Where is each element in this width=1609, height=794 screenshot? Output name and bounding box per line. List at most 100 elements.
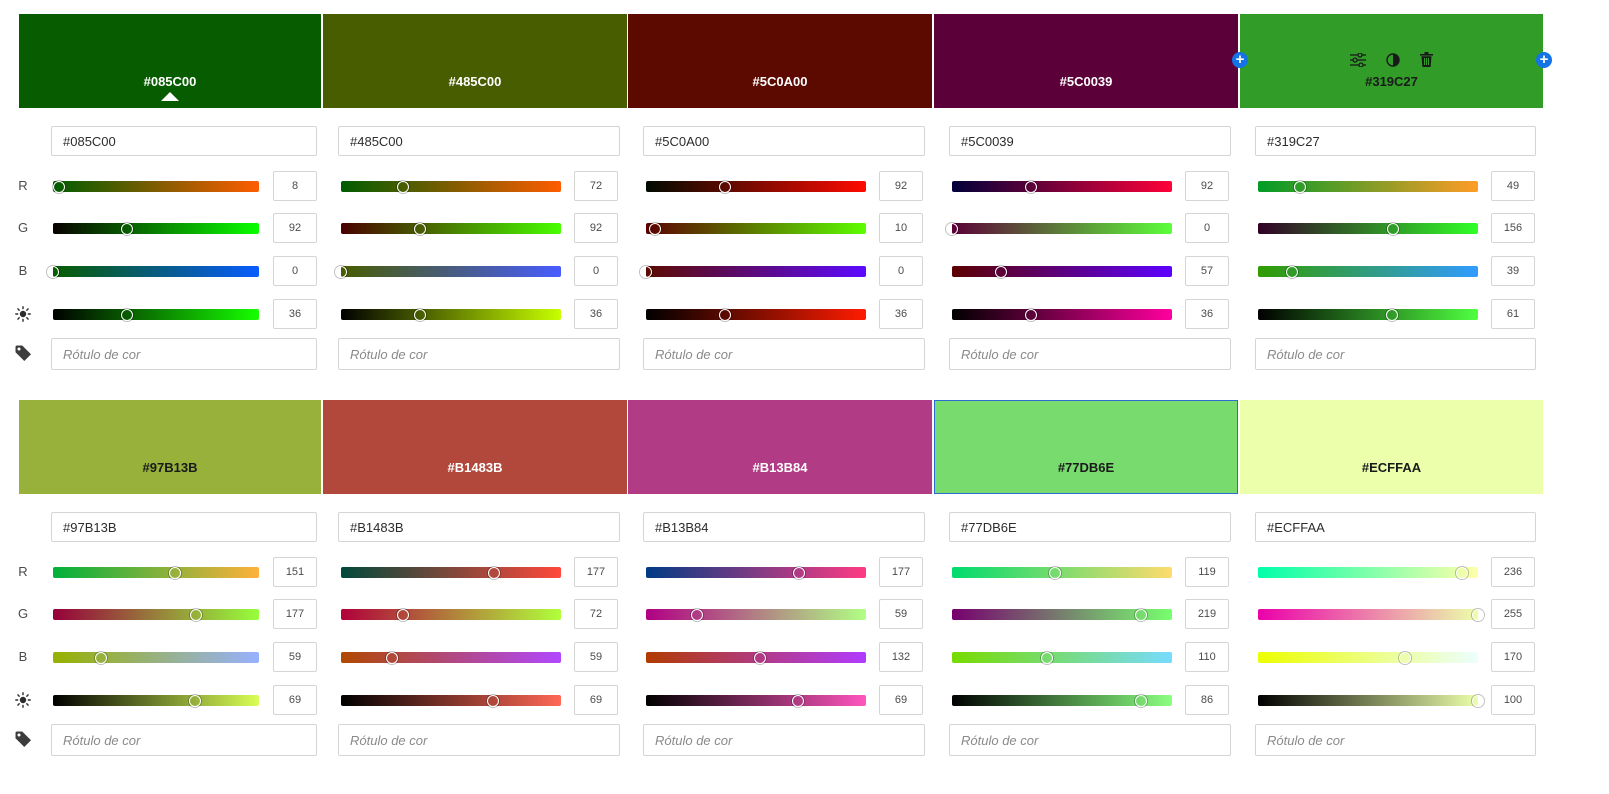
channel-g-slider[interactable] bbox=[952, 608, 1172, 621]
channel-r-value[interactable]: 119 bbox=[1185, 557, 1229, 587]
slider-handle[interactable] bbox=[1135, 694, 1148, 707]
brightness-slider[interactable] bbox=[1258, 308, 1478, 321]
brightness-slider[interactable] bbox=[341, 694, 561, 707]
channel-g-slider[interactable] bbox=[646, 608, 866, 621]
brightness-slider[interactable] bbox=[53, 308, 259, 321]
slider-handle[interactable] bbox=[753, 651, 766, 664]
brightness-value[interactable]: 36 bbox=[273, 299, 317, 329]
channel-r-value[interactable]: 92 bbox=[1185, 171, 1229, 201]
channel-b-slider[interactable] bbox=[1258, 265, 1478, 278]
channel-g-value[interactable]: 0 bbox=[1185, 213, 1229, 243]
channel-g-value[interactable]: 59 bbox=[879, 599, 923, 629]
channel-g-value[interactable]: 177 bbox=[273, 599, 317, 629]
slider-handle[interactable] bbox=[1040, 651, 1053, 664]
color-swatch[interactable]: #B13B84 bbox=[628, 400, 932, 494]
slider-handle[interactable] bbox=[385, 651, 398, 664]
hex-input[interactable] bbox=[338, 126, 620, 156]
contrast-icon[interactable] bbox=[1386, 52, 1400, 72]
slider-handle[interactable] bbox=[414, 222, 427, 235]
slider-handle[interactable] bbox=[1134, 608, 1147, 621]
slider-handle[interactable] bbox=[648, 222, 661, 235]
channel-b-value[interactable]: 0 bbox=[273, 256, 317, 286]
brightness-value[interactable]: 36 bbox=[879, 299, 923, 329]
channel-b-value[interactable]: 57 bbox=[1185, 256, 1229, 286]
channel-r-value[interactable]: 8 bbox=[273, 171, 317, 201]
channel-r-value[interactable]: 151 bbox=[273, 557, 317, 587]
hex-input[interactable] bbox=[1255, 512, 1536, 542]
trash-icon[interactable] bbox=[1420, 52, 1433, 72]
slider-handle[interactable] bbox=[121, 222, 134, 235]
slider-handle[interactable] bbox=[690, 608, 703, 621]
brightness-value[interactable]: 86 bbox=[1185, 685, 1229, 715]
slider-handle[interactable] bbox=[53, 180, 66, 193]
slider-handle[interactable] bbox=[487, 566, 500, 579]
hex-input[interactable] bbox=[949, 512, 1231, 542]
channel-r-slider[interactable] bbox=[952, 566, 1172, 579]
slider-handle[interactable] bbox=[1025, 180, 1038, 193]
brightness-value[interactable]: 61 bbox=[1491, 299, 1535, 329]
channel-r-slider[interactable] bbox=[1258, 566, 1478, 579]
color-label-input[interactable] bbox=[338, 724, 620, 756]
add-color-icon[interactable]: + bbox=[1232, 52, 1248, 68]
brightness-slider[interactable] bbox=[53, 694, 259, 707]
slider-handle[interactable] bbox=[1472, 694, 1484, 707]
channel-b-slider[interactable] bbox=[47, 265, 259, 278]
slider-handle[interactable] bbox=[946, 222, 958, 235]
color-swatch[interactable]: #77DB6E bbox=[934, 400, 1238, 494]
hex-input[interactable] bbox=[643, 126, 925, 156]
channel-r-value[interactable]: 236 bbox=[1491, 557, 1535, 587]
channel-r-value[interactable]: 72 bbox=[574, 171, 618, 201]
channel-b-value[interactable]: 0 bbox=[879, 256, 923, 286]
hex-input[interactable] bbox=[51, 512, 317, 542]
color-swatch[interactable]: #5C0A00 bbox=[628, 14, 932, 108]
color-label-input[interactable] bbox=[1255, 338, 1536, 370]
color-label-input[interactable] bbox=[643, 724, 925, 756]
channel-b-value[interactable]: 59 bbox=[574, 642, 618, 672]
channel-g-value[interactable]: 72 bbox=[574, 599, 618, 629]
slider-handle[interactable] bbox=[121, 308, 134, 321]
slider-handle[interactable] bbox=[189, 694, 202, 707]
brightness-slider[interactable] bbox=[952, 308, 1172, 321]
channel-b-slider[interactable] bbox=[646, 651, 866, 664]
hex-input[interactable] bbox=[643, 512, 925, 542]
brightness-value[interactable]: 69 bbox=[879, 685, 923, 715]
color-label-input[interactable] bbox=[643, 338, 925, 370]
color-label-input[interactable] bbox=[51, 338, 317, 370]
slider-handle[interactable] bbox=[719, 180, 732, 193]
brightness-value[interactable]: 69 bbox=[273, 685, 317, 715]
sliders-icon[interactable] bbox=[1350, 51, 1366, 72]
channel-r-slider[interactable] bbox=[53, 566, 259, 579]
channel-g-slider[interactable] bbox=[1258, 222, 1478, 235]
slider-handle[interactable] bbox=[1285, 265, 1298, 278]
brightness-slider[interactable] bbox=[1258, 694, 1484, 707]
channel-b-value[interactable]: 170 bbox=[1491, 642, 1535, 672]
channel-b-slider[interactable] bbox=[952, 265, 1172, 278]
slider-handle[interactable] bbox=[719, 308, 732, 321]
hex-input[interactable] bbox=[338, 512, 620, 542]
color-label-input[interactable] bbox=[51, 724, 317, 756]
brightness-slider[interactable] bbox=[341, 308, 561, 321]
brightness-value[interactable]: 69 bbox=[574, 685, 618, 715]
channel-r-slider[interactable] bbox=[1258, 180, 1478, 193]
slider-handle[interactable] bbox=[94, 651, 107, 664]
channel-r-slider[interactable] bbox=[53, 180, 259, 193]
channel-g-value[interactable]: 219 bbox=[1185, 599, 1229, 629]
channel-g-slider[interactable] bbox=[341, 222, 561, 235]
color-swatch[interactable]: #485C00 bbox=[323, 14, 627, 108]
channel-r-slider[interactable] bbox=[341, 180, 561, 193]
brightness-slider[interactable] bbox=[646, 308, 866, 321]
channel-r-value[interactable]: 92 bbox=[879, 171, 923, 201]
slider-handle[interactable] bbox=[640, 265, 652, 278]
brightness-value[interactable]: 36 bbox=[1185, 299, 1229, 329]
color-swatch[interactable]: #5C0039 bbox=[934, 14, 1238, 108]
slider-handle[interactable] bbox=[486, 694, 499, 707]
hex-input[interactable] bbox=[949, 126, 1231, 156]
slider-handle[interactable] bbox=[1398, 651, 1411, 664]
slider-handle[interactable] bbox=[335, 265, 347, 278]
channel-b-slider[interactable] bbox=[53, 651, 259, 664]
color-label-input[interactable] bbox=[1255, 724, 1536, 756]
color-label-input[interactable] bbox=[949, 338, 1231, 370]
channel-b-value[interactable]: 39 bbox=[1491, 256, 1535, 286]
channel-g-value[interactable]: 156 bbox=[1491, 213, 1535, 243]
color-label-input[interactable] bbox=[949, 724, 1231, 756]
